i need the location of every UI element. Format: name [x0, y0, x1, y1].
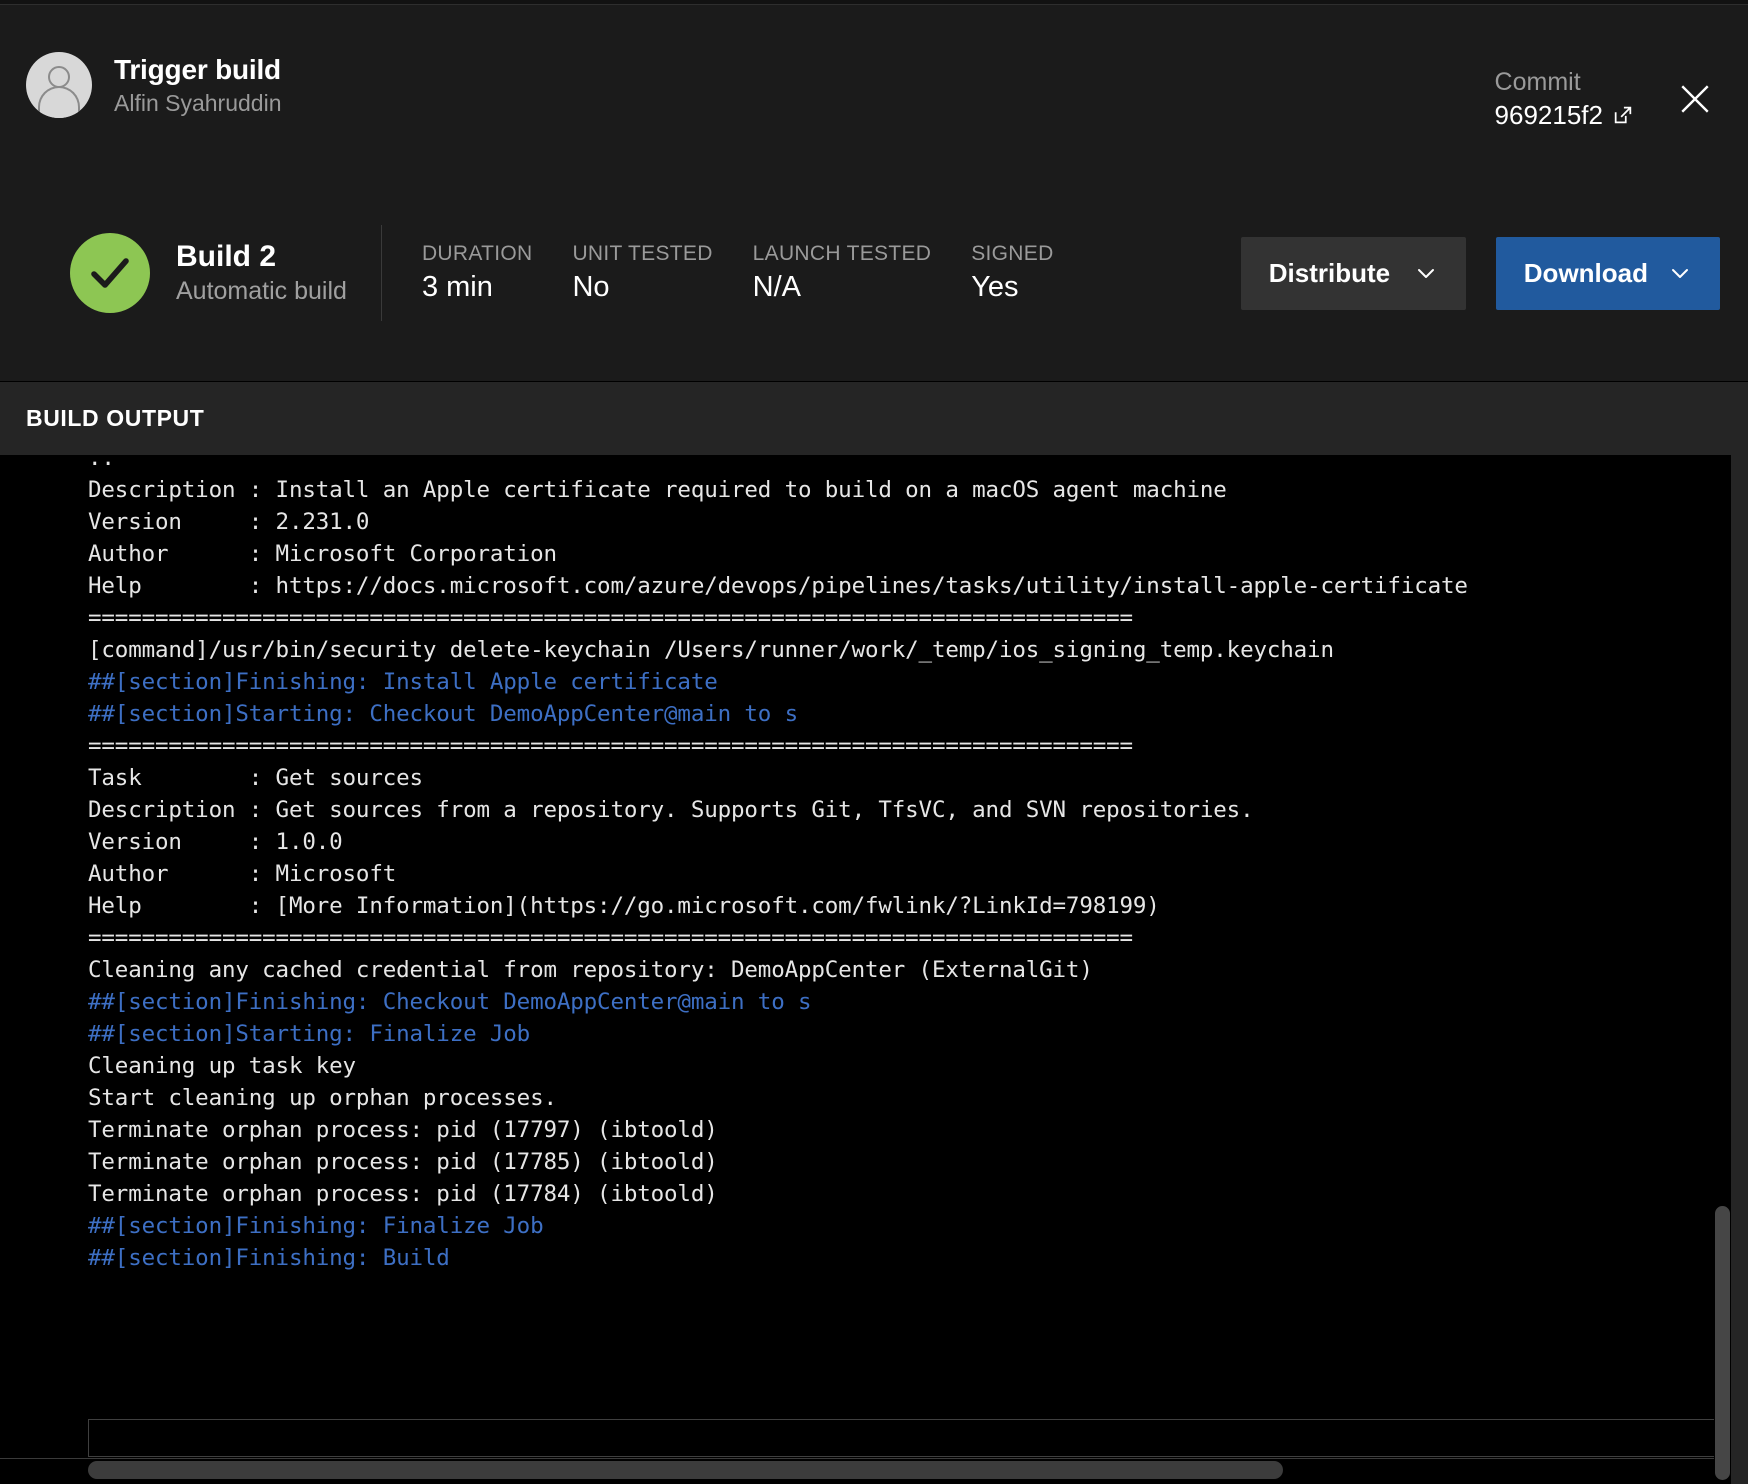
build-details-panel: Trigger build Alfin Syahruddin Commit 96…: [0, 0, 1748, 1484]
console-line: ..: [88, 455, 115, 471]
console-line: ##[section]Finishing: Checkout DemoAppCe…: [88, 989, 812, 1015]
console-line: ##[section]Starting: Finalize Job: [88, 1021, 531, 1047]
status-divider: [380, 225, 382, 321]
horizontal-scrollbar-thumb[interactable]: [88, 1461, 1283, 1479]
metric-label: DURATION: [421, 242, 533, 265]
chevron-down-icon: [1417, 269, 1434, 278]
metric-value: Yes: [971, 271, 1019, 303]
console-line: Terminate orphan process: pid (17797) (i…: [88, 1117, 718, 1143]
console-line: Terminate orphan process: pid (17785) (i…: [88, 1149, 718, 1175]
console-line: Help : [More Information](https://go.mic…: [88, 893, 1160, 919]
metric-duration: DURATION 3 min: [422, 242, 573, 304]
vertical-scrollbar-thumb[interactable]: [1715, 1206, 1730, 1480]
external-link-icon: [1614, 106, 1632, 124]
console-line: Cleaning any cached credential from repo…: [88, 957, 1093, 983]
horizontal-scrollbar-track[interactable]: [88, 1461, 1731, 1479]
page-title: Trigger build: [114, 53, 281, 85]
close-button[interactable]: [1668, 72, 1722, 126]
console-log-lines: .. Description : Install an Apple certifi…: [0, 455, 1731, 1274]
console-line: Cleaning up task key: [88, 1053, 356, 1079]
metric-launch-tested: LAUNCH TESTED N/A: [753, 242, 972, 304]
console-line: ##[section]Finishing: Install Apple cert…: [88, 669, 718, 695]
avatar-body-shape: [38, 86, 80, 118]
header-title-group: Trigger build Alfin Syahruddin: [114, 54, 282, 117]
metric-value: 3 min: [421, 271, 493, 303]
distribute-button[interactable]: Distribute: [1240, 236, 1466, 310]
build-output-title: BUILD OUTPUT: [26, 405, 205, 431]
close-icon: [1681, 84, 1709, 113]
horizontal-scrollbar[interactable]: [0, 1458, 1731, 1484]
metric-value: No: [572, 271, 610, 303]
build-output-console-wrap: .. Description : Install an Apple certifi…: [0, 455, 1748, 1484]
checkmark-glyph: [91, 258, 129, 288]
console-input-frame: [88, 1419, 1731, 1457]
build-number: Build 2: [176, 240, 277, 273]
build-actions: Distribute Download: [1240, 236, 1720, 310]
metric-label: LAUNCH TESTED: [752, 242, 932, 265]
commit-block: Commit 969215f2: [1495, 46, 1634, 131]
header-right-group: Commit 969215f2: [1495, 40, 1722, 131]
console-line: [command]/usr/bin/security delete-keycha…: [88, 637, 1334, 663]
build-label-group: Build 2 Automatic build: [176, 240, 347, 306]
metric-value: N/A: [752, 271, 802, 303]
commit-hash: 969215f2: [1494, 99, 1603, 130]
download-button-label: Download: [1523, 257, 1648, 288]
metric-unit-tested: UNIT TESTED No: [572, 242, 752, 304]
console-line: ========================================…: [88, 925, 1133, 951]
build-output-header: BUILD OUTPUT: [0, 382, 1748, 455]
commit-link[interactable]: 969215f2: [1495, 100, 1634, 131]
console-line: ========================================…: [88, 605, 1133, 631]
build-status-bar: Build 2 Automatic build DURATION 3 min U…: [0, 165, 1748, 382]
metric-label: SIGNED: [971, 242, 1054, 265]
build-status-group: Build 2 Automatic build: [70, 233, 381, 313]
console-line: Author : Microsoft Corporation: [88, 541, 557, 567]
console-line: Terminate orphan process: pid (17784) (i…: [88, 1181, 718, 1207]
distribute-button-label: Distribute: [1268, 257, 1391, 288]
commit-label: Commit: [1494, 67, 1581, 96]
download-button[interactable]: Download: [1495, 236, 1720, 310]
panel-header: Trigger build Alfin Syahruddin Commit 96…: [0, 5, 1748, 165]
page-subtitle-author: Alfin Syahruddin: [114, 89, 282, 116]
console-line: Task : Get sources: [88, 765, 423, 791]
console-line: ##[section]Finishing: Build: [88, 1245, 450, 1271]
build-metrics: DURATION 3 min UNIT TESTED No LAUNCH TES…: [422, 242, 1094, 304]
success-check-icon: [70, 233, 150, 313]
user-avatar-icon: [26, 52, 92, 118]
console-line: Description : Get sources from a reposit…: [88, 797, 1254, 823]
console-line: ========================================…: [88, 733, 1133, 759]
chevron-down-icon: [1672, 269, 1688, 278]
console-line: Description : Install an Apple certifica…: [88, 477, 1227, 503]
console-line: Start cleaning up orphan processes.: [88, 1085, 557, 1111]
console-line: ##[section]Starting: Checkout DemoAppCen…: [88, 701, 798, 727]
console-line: Author : Microsoft: [88, 861, 397, 887]
console-line: ##[section]Finishing: Finalize Job: [88, 1213, 544, 1239]
metric-label: UNIT TESTED: [572, 242, 713, 265]
metric-signed: SIGNED Yes: [971, 242, 1093, 304]
vertical-scrollbar[interactable]: [1714, 455, 1731, 1484]
build-trigger-type: Automatic build: [176, 277, 347, 305]
console-line: Version : 2.231.0: [88, 509, 370, 535]
avatar-head-shape: [48, 66, 70, 88]
console-line: Help : https://docs.microsoft.com/azure/…: [88, 573, 1468, 599]
build-output-console[interactable]: .. Description : Install an Apple certifi…: [0, 455, 1731, 1484]
console-line: Version : 1.0.0: [88, 829, 343, 855]
